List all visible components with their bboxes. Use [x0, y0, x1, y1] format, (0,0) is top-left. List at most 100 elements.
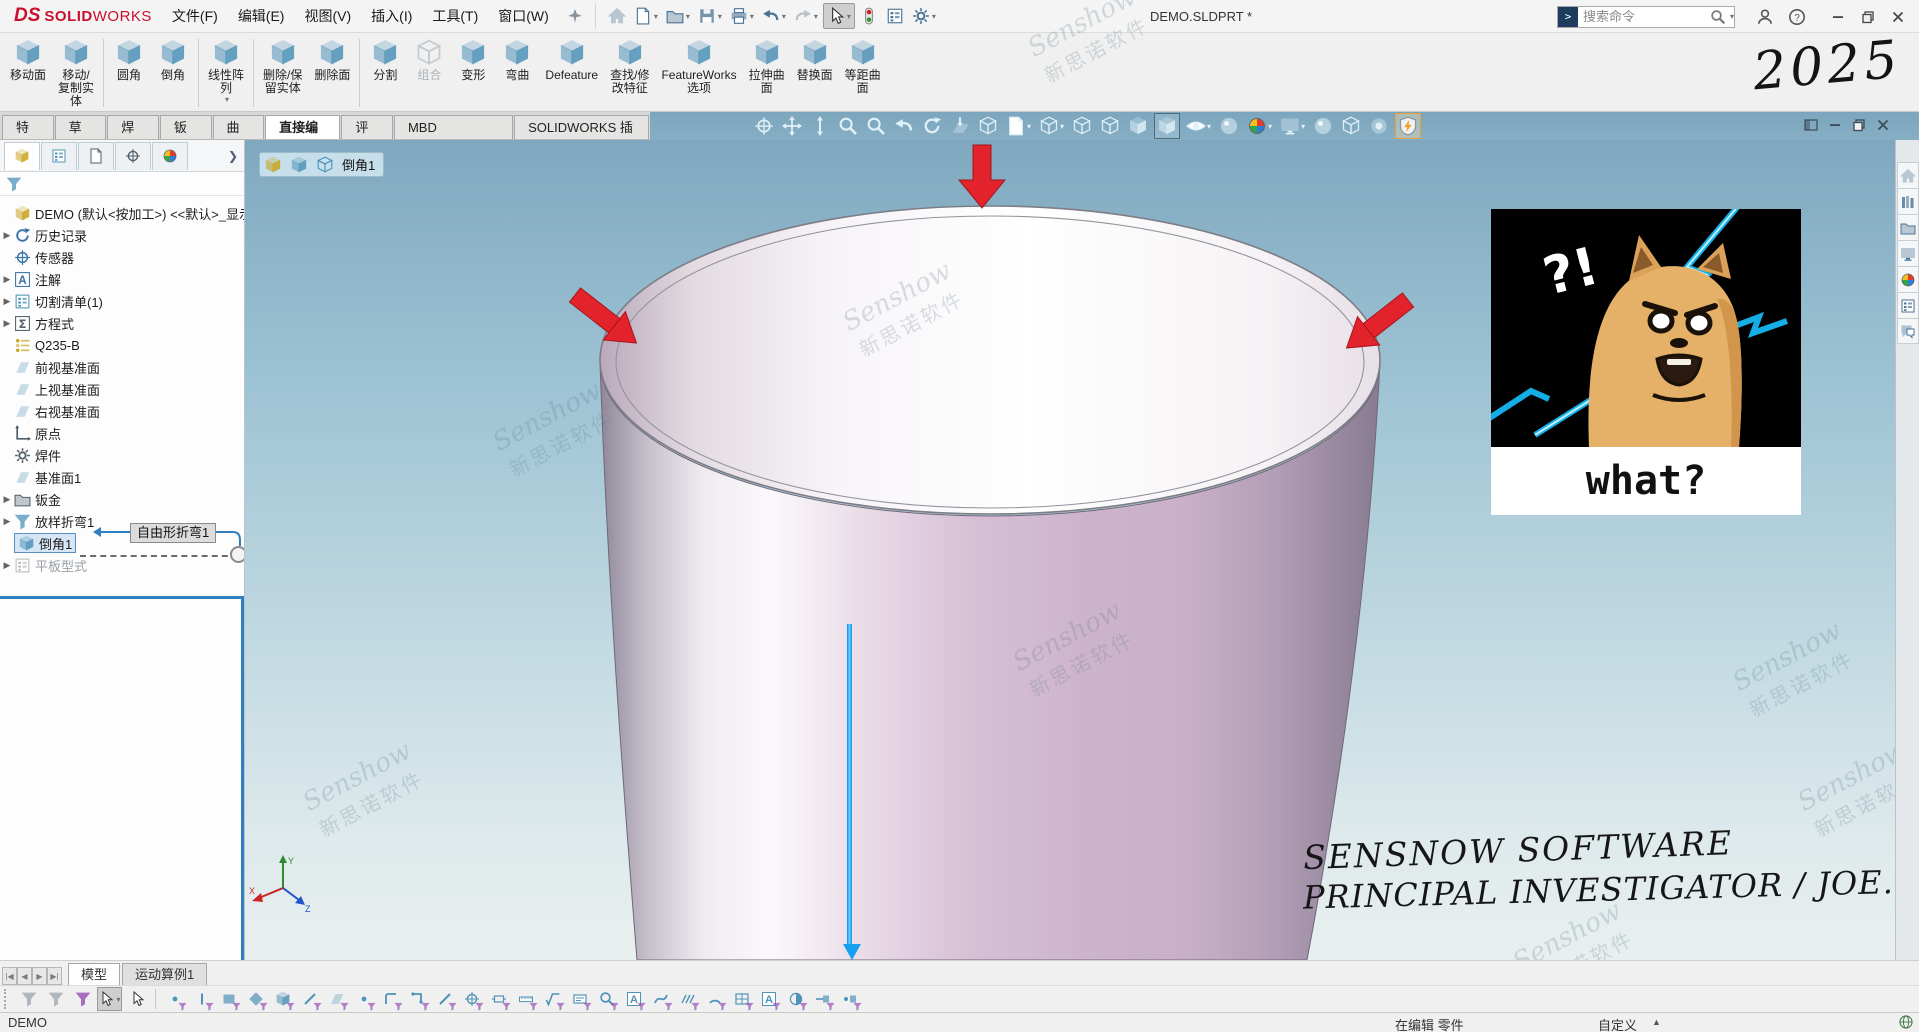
- filter-center-marks-button[interactable]: [459, 987, 484, 1011]
- filter-reference-geom-button[interactable]: [486, 987, 511, 1011]
- magnified-selection-icon[interactable]: [864, 114, 888, 138]
- camera-view-icon[interactable]: [1367, 114, 1391, 138]
- filter-connection-points-button[interactable]: [810, 987, 835, 1011]
- menu-view[interactable]: 视图(V): [294, 0, 361, 32]
- rollback-bar[interactable]: [0, 596, 245, 599]
- file-explorer-icon[interactable]: [1897, 214, 1919, 240]
- filter-toggle-button[interactable]: [16, 987, 41, 1011]
- restore-doc-button[interactable]: [1847, 114, 1871, 136]
- extruded-surface-button[interactable]: 拉伸曲面: [743, 35, 791, 111]
- select-tool-button[interactable]: ▾: [97, 987, 122, 1011]
- options-dropdown-icon[interactable]: ▾: [932, 12, 936, 21]
- split-button[interactable]: 分割: [363, 35, 407, 111]
- apply-scene-icon[interactable]: ▾: [1245, 114, 1274, 138]
- replace-face-button[interactable]: 替换面: [791, 35, 839, 111]
- close-doc-button[interactable]: [1871, 114, 1895, 136]
- delete-face-button[interactable]: 删除面: [308, 35, 356, 111]
- featureworks-options-button[interactable]: FeatureWorks选项: [655, 35, 742, 111]
- deform-button[interactable]: 变形: [451, 35, 495, 111]
- menu-tools[interactable]: 工具(T): [422, 0, 488, 32]
- move-copy-bodies-button[interactable]: 移动/复制实体: [52, 35, 100, 111]
- tab-直接编辑[interactable]: 直接编辑: [265, 115, 340, 139]
- panel-tab-dimxpert-manager[interactable]: [115, 142, 151, 170]
- linear-pattern-button[interactable]: 线性阵列▾: [202, 35, 250, 111]
- filter-surface-finish-button[interactable]: [540, 987, 565, 1011]
- file-properties-button[interactable]: [883, 4, 907, 28]
- filter-stack-button[interactable]: [70, 987, 95, 1011]
- expand-icon[interactable]: ▶: [0, 494, 14, 505]
- filter-dowel-symbols-button[interactable]: [702, 987, 727, 1011]
- tree-item-weldment[interactable]: 焊件: [0, 444, 245, 466]
- offset-surface-button[interactable]: 等距曲面: [839, 35, 887, 111]
- panel-tab-configuration-manager[interactable]: [78, 142, 114, 170]
- filter-weld-beads-button[interactable]: [675, 987, 700, 1011]
- breadcrumb-body-icon[interactable]: [290, 156, 308, 174]
- inverse-selection-button[interactable]: [124, 987, 149, 1011]
- instant3d-icon[interactable]: [1395, 113, 1421, 139]
- status-custom-caret-icon[interactable]: ▲: [1652, 1017, 1661, 1027]
- find-modify-features-button[interactable]: 查找/修改特征: [604, 35, 655, 111]
- filter-blocks-button[interactable]: [729, 987, 754, 1011]
- select-cursor-button[interactable]: ▾: [823, 3, 855, 29]
- minimize-doc-button[interactable]: [1823, 114, 1847, 136]
- graphics-viewport[interactable]: Y X Z 倒角1: [245, 140, 1895, 960]
- tree-item-right-plane[interactable]: 右视基准面: [0, 400, 245, 422]
- help-icon[interactable]: [1788, 8, 1806, 26]
- filter-sketch-segments-button[interactable]: [405, 987, 430, 1011]
- restore-button[interactable]: [1853, 4, 1883, 30]
- view-orientation-dropdown-icon[interactable]: ▾: [1060, 122, 1064, 131]
- account-icon[interactable]: [1756, 8, 1774, 26]
- custom-properties-icon[interactable]: [1897, 292, 1919, 318]
- connection-status-icon[interactable]: [1898, 1014, 1914, 1030]
- menu-insert[interactable]: 插入(I): [361, 0, 422, 32]
- tree-item-flat-pattern[interactable]: ▶平板型式: [0, 554, 245, 576]
- menu-window[interactable]: 窗口(W): [488, 0, 559, 32]
- toolbar-drag-grip[interactable]: [4, 989, 9, 1009]
- shadows-icon[interactable]: [1311, 114, 1335, 138]
- tree-item-material[interactable]: Q235-B: [0, 334, 245, 356]
- linear-pattern-flyout-icon[interactable]: ▾: [225, 95, 229, 104]
- view-settings-dropdown-icon[interactable]: ▾: [1301, 122, 1305, 131]
- new-document-button[interactable]: ▾: [631, 4, 661, 28]
- tree-item-sheet-metal[interactable]: ▶钣金: [0, 488, 245, 510]
- apply-scene-dropdown-icon[interactable]: ▾: [1268, 122, 1272, 131]
- hidden-lines-visible-icon[interactable]: [1098, 114, 1122, 138]
- filter-vertices-button[interactable]: [162, 987, 187, 1011]
- appearances-scenes-icon[interactable]: [1897, 266, 1919, 292]
- tab-焊件[interactable]: 焊件: [107, 115, 159, 139]
- view-settings-icon[interactable]: ▾: [1278, 114, 1307, 138]
- panel-tab-featuremanager-tree[interactable]: [4, 142, 40, 170]
- filter-edges-button[interactable]: [189, 987, 214, 1011]
- print-dropdown-icon[interactable]: ▾: [750, 12, 754, 21]
- rotate-view-icon[interactable]: [920, 114, 944, 138]
- expand-icon[interactable]: ▶: [0, 516, 14, 527]
- edit-appearance-icon[interactable]: [1217, 114, 1241, 138]
- tree-item-equations[interactable]: ▶方程式: [0, 312, 245, 334]
- panel-tab-property-manager[interactable]: [41, 142, 77, 170]
- tree-item-annotations[interactable]: ▶注解: [0, 268, 245, 290]
- freeform-bend-callout[interactable]: 自由形折弯1: [130, 523, 216, 543]
- redo-button[interactable]: ▾: [791, 4, 821, 28]
- breadcrumb-part-icon[interactable]: [264, 156, 282, 174]
- tree-item-top-plane[interactable]: 上视基准面: [0, 378, 245, 400]
- filter-funnel-icon[interactable]: [6, 176, 22, 192]
- tab-mbd-dimensions[interactable]: MBD Dimensions: [394, 115, 513, 139]
- home-icon[interactable]: [1897, 162, 1919, 188]
- filter-reference-planes-button[interactable]: [324, 987, 349, 1011]
- breadcrumb-feature-icon[interactable]: [316, 156, 334, 174]
- zoom-to-fit-icon[interactable]: [752, 114, 776, 138]
- filter-zoom-note-button[interactable]: [594, 987, 619, 1011]
- filter-solid-bodies-button[interactable]: [270, 987, 295, 1011]
- menu-file[interactable]: 文件(F): [162, 0, 228, 32]
- filter-cosmetic-threads-button[interactable]: [783, 987, 808, 1011]
- save-button[interactable]: ▾: [695, 4, 725, 28]
- pin-menubar-icon[interactable]: [567, 8, 583, 24]
- print-button[interactable]: ▾: [727, 4, 757, 28]
- drawing-annotation-icon[interactable]: ▾: [1004, 114, 1033, 138]
- flex-button[interactable]: 弯曲: [495, 35, 539, 111]
- section-view-icon[interactable]: [976, 114, 1000, 138]
- minimize-button[interactable]: [1823, 4, 1853, 30]
- rebuild-button[interactable]: [857, 4, 881, 28]
- filter-dimensions-button[interactable]: [513, 987, 538, 1011]
- search-icon[interactable]: [1710, 9, 1726, 25]
